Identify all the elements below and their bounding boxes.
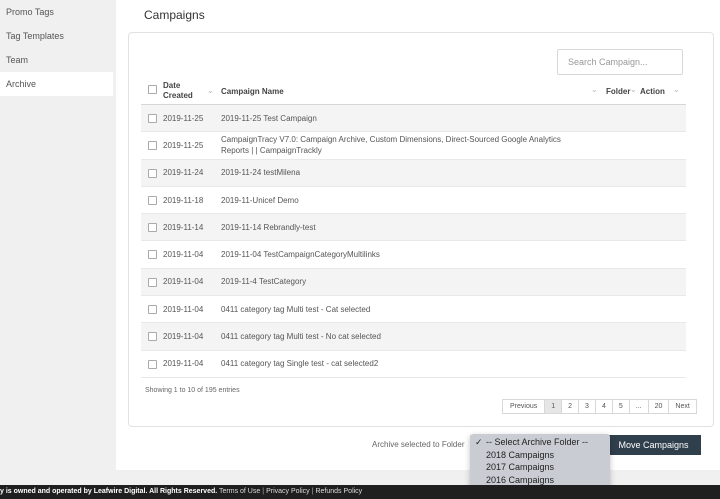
sort-chevron-icon: ⌄ xyxy=(207,86,214,95)
sidebar-item-promo-tags[interactable]: Promo Tags xyxy=(0,0,113,24)
table-row[interactable]: 2019-11-14 2019-11-14 Rebrandly-test xyxy=(141,214,686,242)
pagination-ellipsis: ... xyxy=(628,399,649,414)
row-checkbox[interactable] xyxy=(148,250,157,260)
column-header-date[interactable]: Date Created ⌄ xyxy=(163,77,217,105)
sidebar-item-tag-templates[interactable]: Tag Templates xyxy=(0,24,113,48)
sidebar: Promo Tags Tag Templates Team Archive xyxy=(0,0,113,485)
main-panel: Campaigns Date Created ⌄ Campaign Name ⌄… xyxy=(116,0,720,470)
table-row[interactable]: 2019-11-04 2019-11-4 TestCategory xyxy=(141,268,686,297)
table-row[interactable]: 2019-11-18 2019-11-Unicef Demo xyxy=(141,187,686,215)
row-checkbox[interactable] xyxy=(148,114,157,123)
footer-link-privacy[interactable]: Privacy Policy xyxy=(266,488,310,495)
row-campaign-name[interactable]: 2019-11-14 Rebrandly-test xyxy=(221,214,591,240)
row-date: 2019-11-04 xyxy=(163,304,204,314)
row-campaign-name[interactable]: CampaignTracy V7.0: Campaign Archive, Cu… xyxy=(221,132,591,158)
row-campaign-name[interactable]: 2019-11-04 TestCampaignCategoryMultilink… xyxy=(221,241,591,267)
table-row[interactable]: 2019-11-25 2019-11-25 Test Campaign xyxy=(141,105,686,133)
row-campaign-name[interactable]: 2019-11-Unicef Demo xyxy=(221,187,591,213)
column-header-folder[interactable]: Folder xyxy=(606,77,630,105)
pagination-page-4[interactable]: 4 xyxy=(594,399,613,414)
column-header-action[interactable]: Action xyxy=(640,77,665,105)
row-campaign-name[interactable]: 2019-11-24 testMilena xyxy=(221,160,591,186)
row-checkbox[interactable] xyxy=(148,195,157,205)
campaigns-table: Date Created ⌄ Campaign Name ⌄ Folder ⌄ … xyxy=(141,77,686,378)
column-header-name[interactable]: Campaign Name xyxy=(221,77,284,105)
column-header-action-label: Action xyxy=(640,86,665,96)
sort-chevron-icon[interactable]: ⌄ xyxy=(591,85,598,94)
pagination: Previous 1 2 3 4 5 ... 20 Next xyxy=(502,399,697,414)
table-row[interactable]: 2019-11-04 0411 category tag Multi test … xyxy=(141,323,686,351)
campaigns-card: Date Created ⌄ Campaign Name ⌄ Folder ⌄ … xyxy=(128,32,714,427)
sidebar-item-archive[interactable]: Archive xyxy=(0,72,113,96)
pagination-page-1[interactable]: 1 xyxy=(544,399,563,414)
row-date: 2019-11-14 xyxy=(163,222,204,232)
row-campaign-name[interactable]: 2019-11-4 TestCategory xyxy=(221,269,591,295)
sort-chevron-icon[interactable]: ⌄ xyxy=(673,85,680,94)
pagination-page-3[interactable]: 3 xyxy=(578,399,596,414)
column-header-folder-label: Folder xyxy=(606,86,631,96)
row-checkbox[interactable] xyxy=(148,223,157,233)
row-date: 2019-11-24 xyxy=(163,168,204,178)
column-header-date-label: Date Created xyxy=(163,81,193,100)
footer-link-terms[interactable]: Terms of Use xyxy=(219,488,260,495)
pagination-page-20[interactable]: 20 xyxy=(647,399,670,414)
row-date: 2019-11-25 xyxy=(163,113,204,123)
row-checkbox[interactable] xyxy=(148,359,157,369)
table-row[interactable]: 2019-11-25 CampaignTracy V7.0: Campaign … xyxy=(141,132,686,160)
dropdown-option-2017[interactable]: 2017 Campaigns xyxy=(470,461,610,474)
row-date: 2019-11-18 xyxy=(163,195,204,205)
select-all-checkbox[interactable] xyxy=(148,85,157,94)
row-checkbox[interactable] xyxy=(148,332,157,342)
page-title: Campaigns xyxy=(144,8,205,22)
table-row[interactable]: 2019-11-04 0411 category tag Single test… xyxy=(141,351,686,378)
pagination-page-2[interactable]: 2 xyxy=(561,399,580,414)
row-campaign-name[interactable]: 0411 category tag Multi test - No cat se… xyxy=(221,323,591,349)
sort-chevron-icon[interactable]: ⌄ xyxy=(630,85,637,94)
pagination-previous-button[interactable]: Previous xyxy=(502,399,546,414)
row-campaign-name[interactable]: 0411 category tag Multi test - Cat selec… xyxy=(221,296,591,322)
footer-link-refunds[interactable]: Refunds Policy xyxy=(315,488,362,495)
row-date: 2019-11-04 xyxy=(163,250,204,260)
table-row[interactable]: 2019-11-04 0411 category tag Multi test … xyxy=(141,296,686,324)
pagination-page-5[interactable]: 5 xyxy=(611,399,630,414)
column-header-name-label: Campaign Name xyxy=(221,86,284,96)
pagination-next-button[interactable]: Next xyxy=(668,399,697,414)
row-date: 2019-11-25 xyxy=(163,140,204,150)
sidebar-item-team[interactable]: Team xyxy=(0,48,113,72)
row-campaign-name[interactable]: 2019-11-25 Test Campaign xyxy=(221,105,591,131)
row-date: 2019-11-04 xyxy=(163,332,204,342)
table-header: Date Created ⌄ Campaign Name ⌄ Folder ⌄ … xyxy=(141,77,686,105)
dropdown-option-label: -- Select Archive Folder -- xyxy=(486,437,589,447)
footer: y is owned and operated by Leafwire Digi… xyxy=(0,485,720,499)
checkmark-icon: ✓ xyxy=(475,437,483,447)
search-input[interactable] xyxy=(557,49,683,75)
dropdown-option-select[interactable]: ✓ -- Select Archive Folder -- xyxy=(470,436,610,449)
footer-copyright: y is owned and operated by Leafwire Digi… xyxy=(0,488,218,495)
row-campaign-name[interactable]: 0411 category tag Single test - cat sele… xyxy=(221,351,591,377)
dropdown-option-2018[interactable]: 2018 Campaigns xyxy=(470,449,610,462)
entries-info: Showing 1 to 10 of 195 entries xyxy=(145,387,240,394)
row-date: 2019-11-04 xyxy=(163,277,204,287)
row-checkbox[interactable] xyxy=(148,277,157,287)
archive-folder-label: Archive selected to Folder xyxy=(372,440,465,449)
row-date: 2019-11-04 xyxy=(163,359,204,369)
table-row[interactable]: 2019-11-04 2019-11-04 TestCampaignCatego… xyxy=(141,241,686,269)
row-checkbox[interactable] xyxy=(148,305,157,315)
move-campaigns-button[interactable]: Move Campaigns xyxy=(606,435,701,455)
row-checkbox[interactable] xyxy=(148,141,157,151)
table-row[interactable]: 2019-11-24 2019-11-24 testMilena xyxy=(141,159,686,187)
row-checkbox[interactable] xyxy=(148,168,157,178)
